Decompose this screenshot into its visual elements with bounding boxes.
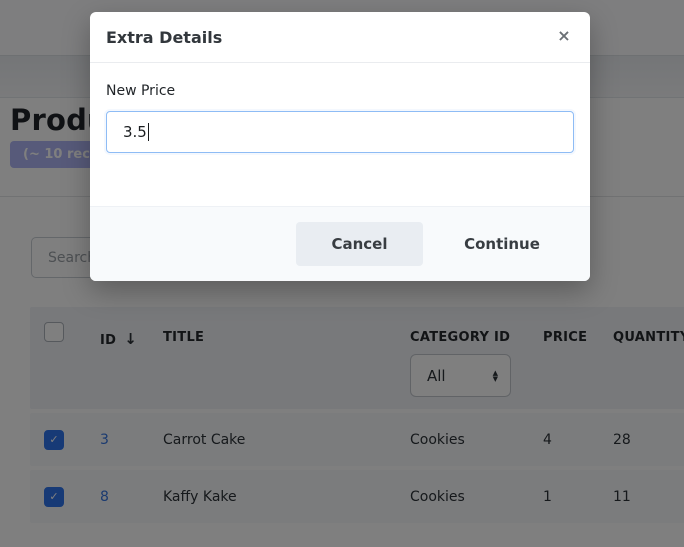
extra-details-modal: Extra Details × New Price 3.5 Cancel Con… (90, 12, 590, 281)
new-price-input[interactable]: 3.5 (106, 111, 574, 153)
modal-body: New Price 3.5 (90, 63, 590, 206)
modal-header: Extra Details × (90, 12, 590, 63)
modal-title: Extra Details (106, 28, 222, 47)
app-root: Products (~ 10 records) ID↓ TITLE CATEGO… (0, 0, 684, 547)
close-icon[interactable]: × (552, 24, 576, 48)
new-price-label: New Price (106, 83, 574, 99)
cancel-button[interactable]: Cancel (296, 222, 423, 266)
text-caret (148, 123, 150, 141)
modal-footer: Cancel Continue (90, 206, 590, 281)
continue-button[interactable]: Continue (442, 222, 562, 266)
new-price-value: 3.5 (123, 123, 147, 141)
